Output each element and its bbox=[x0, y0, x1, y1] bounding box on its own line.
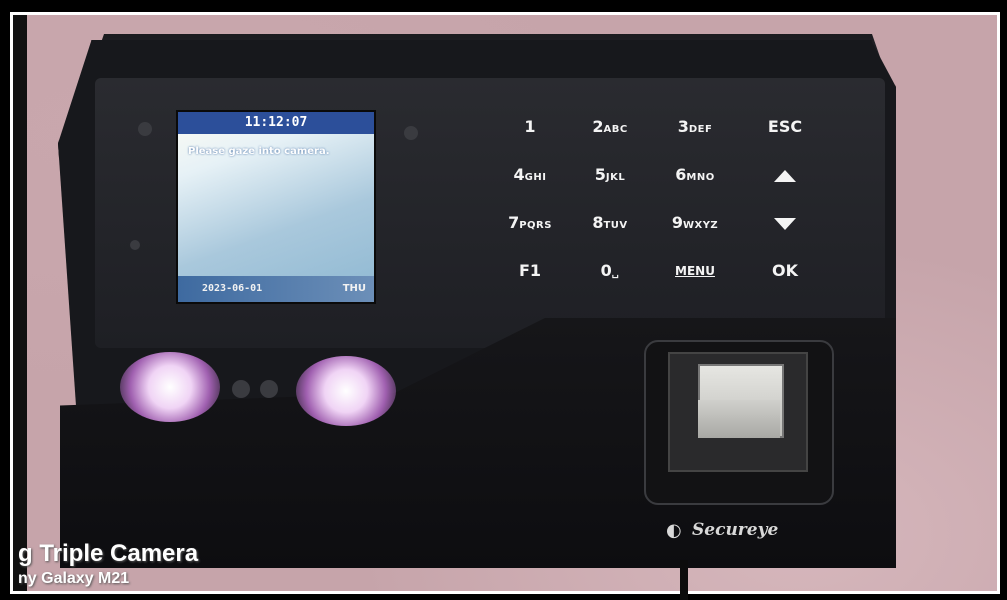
sensor-dot-icon bbox=[130, 240, 140, 250]
display-message: Please gaze into camera. bbox=[188, 146, 330, 157]
camera-lens-icon bbox=[260, 380, 278, 398]
key-1[interactable]: 1 bbox=[490, 114, 570, 140]
key-esc[interactable]: ESC bbox=[745, 114, 825, 140]
key-4[interactable]: 4GHI bbox=[490, 162, 570, 188]
sensor-dot-icon bbox=[138, 122, 152, 136]
key-f1[interactable]: F1 bbox=[490, 258, 570, 284]
key-menu[interactable]: MENU bbox=[655, 258, 735, 284]
key-0[interactable]: 0␣ bbox=[570, 258, 650, 284]
key-5[interactable]: 5JKL bbox=[570, 162, 650, 188]
up-arrow-icon bbox=[774, 169, 796, 182]
key-6[interactable]: 6MNO bbox=[655, 162, 735, 188]
power-cable bbox=[680, 560, 688, 600]
brand-name: Secureye bbox=[692, 520, 779, 540]
fingerprint-scanner-lower bbox=[698, 400, 780, 438]
camera-watermark-line1: g Triple Camera bbox=[18, 540, 199, 567]
display-status-bar: 2023-06-01 THU bbox=[178, 276, 374, 302]
key-down[interactable] bbox=[745, 210, 825, 236]
camera-lens-icon bbox=[232, 380, 250, 398]
key-2[interactable]: 2ABC bbox=[570, 114, 650, 140]
device-display: 11:12:07 Please gaze into camera. 2023-0… bbox=[176, 110, 376, 304]
ir-light-right-icon bbox=[296, 356, 396, 426]
key-3[interactable]: 3DEF bbox=[655, 114, 735, 140]
display-day: THU bbox=[342, 283, 366, 294]
brand-logo-icon: ◐ bbox=[666, 520, 682, 541]
down-arrow-icon bbox=[774, 217, 796, 230]
key-7[interactable]: 7PQRS bbox=[490, 210, 570, 236]
camera-watermark-line2: ny Galaxy M21 bbox=[18, 570, 130, 587]
keypad: 1 2ABC 3DEF ESC 4GHI 5JKL 6MNO 7PQRS 8TU… bbox=[490, 114, 850, 292]
display-date: 2023-06-01 bbox=[202, 283, 263, 294]
key-up[interactable] bbox=[745, 162, 825, 188]
sensor-dot-icon bbox=[404, 126, 418, 140]
display-time: 11:12:07 bbox=[178, 112, 374, 134]
key-ok[interactable]: OK bbox=[745, 258, 825, 284]
ir-light-left-icon bbox=[120, 352, 220, 422]
key-9[interactable]: 9WXYZ bbox=[655, 210, 735, 236]
key-8[interactable]: 8TUV bbox=[570, 210, 650, 236]
frame-edge bbox=[13, 15, 27, 591]
